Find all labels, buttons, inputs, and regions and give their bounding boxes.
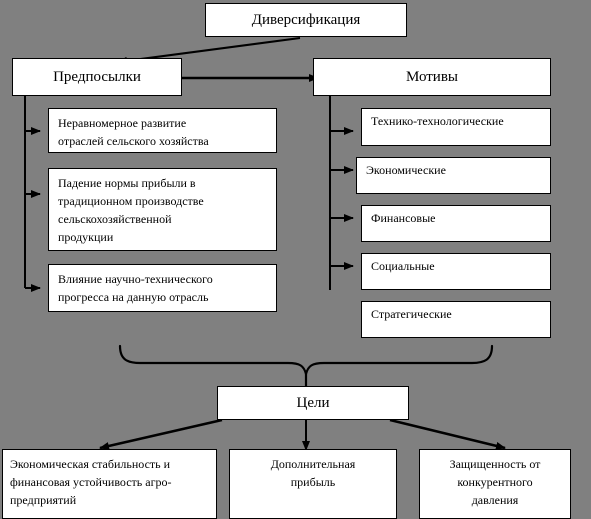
precondition-label-2: Падение нормы прибыли в традиционном про… (58, 176, 204, 244)
motive-label-3: Финансовые (371, 211, 436, 225)
precondition-box-2: Падение нормы прибыли в традиционном про… (48, 168, 277, 251)
branch-box-preconditions: Предпосылки (12, 58, 182, 96)
title-box: Диверсификация (205, 3, 407, 37)
branch-label-motives: Мотивы (405, 68, 458, 85)
precondition-label-3: Влияние научно-технического прогресса на… (58, 272, 213, 304)
branch-label-preconditions: Предпосылки (53, 68, 141, 85)
precondition-box-3: Влияние научно-технического прогресса на… (48, 264, 277, 312)
motive-box-4: Социальные (361, 253, 551, 290)
goal-box-2: Дополнительная прибыль (229, 449, 397, 519)
precondition-box-1: Неравномерное развитие отраслей сельског… (48, 108, 277, 153)
motive-label-4: Социальные (371, 259, 435, 273)
goals-box-label: Цели (296, 394, 330, 411)
goals-box: Цели (217, 386, 409, 420)
motive-box-1: Технико-технологические (361, 108, 551, 146)
motive-label-2: Экономические (366, 163, 446, 177)
motive-box-3: Финансовые (361, 205, 551, 242)
arrow-goals-to-goal-3 (389, 418, 506, 450)
motive-box-2: Экономические (356, 157, 551, 194)
motive-label-1: Технико-технологические (371, 114, 504, 128)
diagram-canvas: Диверсификация Предпосылки Мотивы Неравн… (0, 0, 591, 519)
goal-box-1: Экономическая стабильность и финансовая … (2, 449, 217, 519)
goal-box-3: Защищенность от конкурентного давления (419, 449, 571, 519)
brace-to-goals (118, 344, 494, 375)
title-box-label: Диверсификация (251, 11, 361, 28)
branch-box-motives: Мотивы (313, 58, 551, 96)
goal-label-2: Дополнительная прибыль (270, 457, 356, 489)
goal-label-3: Защищенность от конкурентного давления (449, 457, 541, 507)
precondition-label-1: Неравномерное развитие отраслей сельског… (58, 116, 209, 148)
goal-label-1: Экономическая стабильность и финансовая … (10, 457, 172, 507)
motive-box-5: Стратегические (361, 301, 551, 338)
arrow-goals-to-goal-1 (99, 418, 223, 450)
motive-label-5: Стратегические (371, 307, 452, 321)
